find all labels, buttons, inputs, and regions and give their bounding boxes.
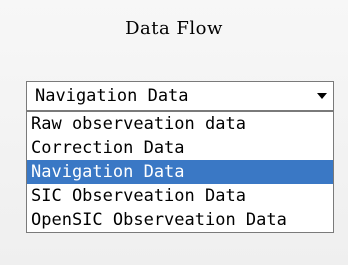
option-opensic-observeation-data[interactable]: OpenSIC Observeation Data: [27, 208, 333, 232]
dropdown-arrow-icon[interactable]: [311, 82, 333, 110]
option-navigation-data[interactable]: Navigation Data: [27, 160, 333, 184]
option-sic-observeation-data[interactable]: SIC Observeation Data: [27, 184, 333, 208]
chevron-down-icon: [317, 93, 327, 99]
select-value: Navigation Data: [35, 86, 189, 106]
data-flow-select[interactable]: Navigation Data: [26, 81, 334, 111]
option-correction-data[interactable]: Correction Data: [27, 136, 333, 160]
option-raw-observeation-data[interactable]: Raw observeation data: [27, 112, 333, 136]
data-flow-panel: Data Flow Navigation Data Raw observeati…: [0, 0, 348, 265]
dropdown-list: Raw observeation data Correction Data Na…: [26, 111, 334, 233]
panel-title: Data Flow: [125, 18, 223, 39]
